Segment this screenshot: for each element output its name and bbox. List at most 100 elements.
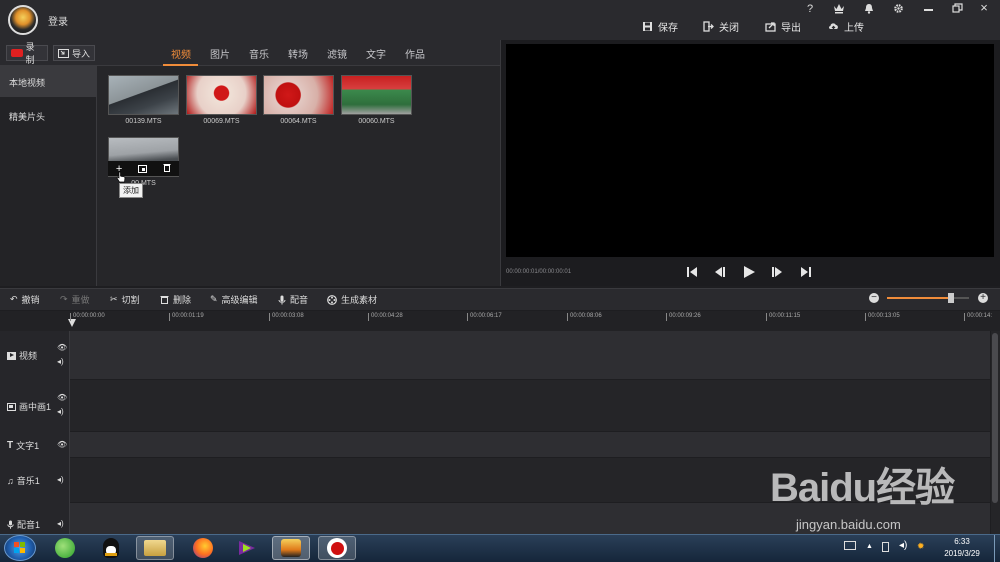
- ruler-tick-label: 00:00:01:19: [169, 313, 204, 321]
- sidebar-item-local-video[interactable]: 本地视频: [0, 66, 97, 97]
- active-tab-indicator: [163, 64, 198, 66]
- bell-icon[interactable]: [860, 3, 878, 17]
- eye-icon[interactable]: 👁: [57, 343, 67, 352]
- dub-label: 配音: [290, 295, 309, 305]
- help-button[interactable]: ?: [801, 3, 819, 15]
- video-thumbnail[interactable]: [341, 75, 412, 115]
- device-icon[interactable]: [882, 542, 889, 552]
- video-filename: 00069.MTS: [203, 118, 240, 125]
- track-name: 视频: [19, 351, 38, 361]
- taskbar-clock[interactable]: 6:33 2019/3/29: [932, 536, 992, 560]
- tab-video[interactable]: 视频: [171, 46, 191, 61]
- preview-screen[interactable]: [506, 44, 994, 257]
- taskbar-firefox[interactable]: [184, 536, 222, 560]
- advanced-edit-button[interactable]: ✎ 高级编辑: [210, 293, 258, 306]
- tab-image[interactable]: 图片: [210, 46, 230, 61]
- timeline-ruler[interactable]: [70, 311, 1000, 331]
- save-label: 保存: [658, 23, 678, 34]
- generate-clip-button[interactable]: 生成素材: [327, 293, 377, 306]
- zoom-slider-handle[interactable]: [948, 293, 954, 303]
- keyboard-icon[interactable]: [844, 541, 856, 550]
- tab-music[interactable]: 音乐: [249, 46, 269, 61]
- zoom-out-button[interactable]: −: [869, 293, 879, 303]
- restore-button[interactable]: [948, 3, 966, 16]
- zoom-in-button[interactable]: +: [978, 293, 988, 303]
- speaker-icon[interactable]: ◂): [57, 407, 64, 416]
- undo-label: 撤销: [21, 295, 40, 305]
- taskbar-qq[interactable]: [92, 536, 130, 560]
- redo-button[interactable]: ↷ 重做: [60, 293, 90, 306]
- ruler-tick-label: 00:00:14:: [964, 313, 992, 321]
- start-button[interactable]: [4, 535, 36, 561]
- taskbar-browser-360[interactable]: [46, 536, 84, 560]
- network-icon[interactable]: ✹: [917, 541, 925, 552]
- video-thumbnail[interactable]: [108, 75, 179, 115]
- skip-end-icon: [801, 267, 811, 277]
- delete-button[interactable]: 删除: [160, 293, 191, 306]
- volume-icon[interactable]: ◂): [899, 540, 907, 551]
- pip-track[interactable]: [70, 380, 990, 431]
- ruler-tick-label: 00:00:11:15: [766, 313, 800, 321]
- login-link[interactable]: 登录: [48, 13, 68, 28]
- watermark-url: jingyan.baidu.com: [796, 517, 901, 532]
- dub-button[interactable]: 配音: [278, 293, 308, 306]
- video-thumbnail[interactable]: [263, 75, 334, 115]
- speaker-icon[interactable]: ◂): [57, 519, 64, 528]
- tab-text[interactable]: 文字: [366, 46, 386, 61]
- app-logo[interactable]: [8, 5, 38, 35]
- speaker-icon[interactable]: ◂): [57, 475, 64, 484]
- show-desktop-button[interactable]: [994, 535, 1000, 562]
- taskbar-recorder[interactable]: [318, 536, 356, 560]
- pip-icon[interactable]: [138, 164, 148, 173]
- browser-icon: [55, 538, 75, 558]
- upload-button[interactable]: 上传: [828, 19, 864, 34]
- tab-works[interactable]: 作品: [405, 46, 425, 61]
- skip-to-end-button[interactable]: [799, 265, 815, 281]
- track-name: 文字1: [16, 441, 40, 451]
- save-button[interactable]: 保存: [642, 19, 678, 34]
- sidebar-item-intros[interactable]: 精美片头: [0, 100, 97, 131]
- eye-icon[interactable]: 👁: [57, 393, 67, 402]
- minimize-button[interactable]: [919, 3, 937, 11]
- skip-to-start-button[interactable]: [685, 265, 701, 281]
- undo-button[interactable]: ↶ 撤销: [10, 293, 40, 306]
- import-button[interactable]: 导入: [53, 45, 95, 61]
- play-icon: [744, 266, 755, 278]
- text-track[interactable]: [70, 432, 990, 457]
- vip-icon[interactable]: [830, 3, 848, 17]
- close-project-button[interactable]: 关闭: [703, 19, 739, 34]
- next-frame-button[interactable]: [770, 265, 786, 281]
- speaker-icon[interactable]: ◂): [57, 357, 64, 366]
- undo-icon: ↶: [10, 294, 18, 304]
- ruler-tick-label: 00:00:08:06: [567, 313, 602, 321]
- export-button[interactable]: 导出: [765, 19, 801, 34]
- record-button[interactable]: 录制: [6, 42, 48, 65]
- trash-icon[interactable]: [163, 163, 171, 175]
- timeline-scrollbar-thumb[interactable]: [992, 333, 998, 503]
- taskbar-file-explorer[interactable]: [136, 536, 174, 560]
- prev-frame-button[interactable]: [713, 265, 729, 281]
- eye-icon[interactable]: 👁: [57, 440, 67, 449]
- close-window-button[interactable]: ×: [975, 0, 993, 15]
- delete-label: 删除: [173, 295, 192, 305]
- zoom-slider-fill: [887, 297, 951, 299]
- play-button[interactable]: [742, 265, 758, 281]
- cut-label: 切割: [121, 295, 140, 305]
- redo-label: 重做: [71, 295, 90, 305]
- taskbar-video-editor[interactable]: [272, 536, 310, 560]
- microphone-icon: [7, 520, 14, 529]
- import-label: 导入: [72, 48, 91, 59]
- tab-transition[interactable]: 转场: [288, 46, 308, 61]
- tab-filter[interactable]: 滤镜: [327, 46, 347, 61]
- tray-expand-icon[interactable]: ▲: [866, 543, 873, 550]
- app-window: 登录 ? × 保存 关闭 导出 上传 录制 导入 视频 图片 音乐 转场 滤镜 …: [0, 0, 1000, 562]
- taskbar-player[interactable]: [228, 536, 266, 560]
- cut-button[interactable]: ✂ 切割: [110, 293, 140, 306]
- add-tooltip: 添加: [119, 183, 143, 198]
- ruler-tick-label: 00:00:00:00: [70, 313, 105, 321]
- video-thumbnail[interactable]: [186, 75, 257, 115]
- skip-start-icon: [687, 267, 697, 277]
- media-player-icon: [239, 541, 255, 555]
- video-track[interactable]: [70, 331, 990, 379]
- gear-icon[interactable]: [889, 3, 907, 17]
